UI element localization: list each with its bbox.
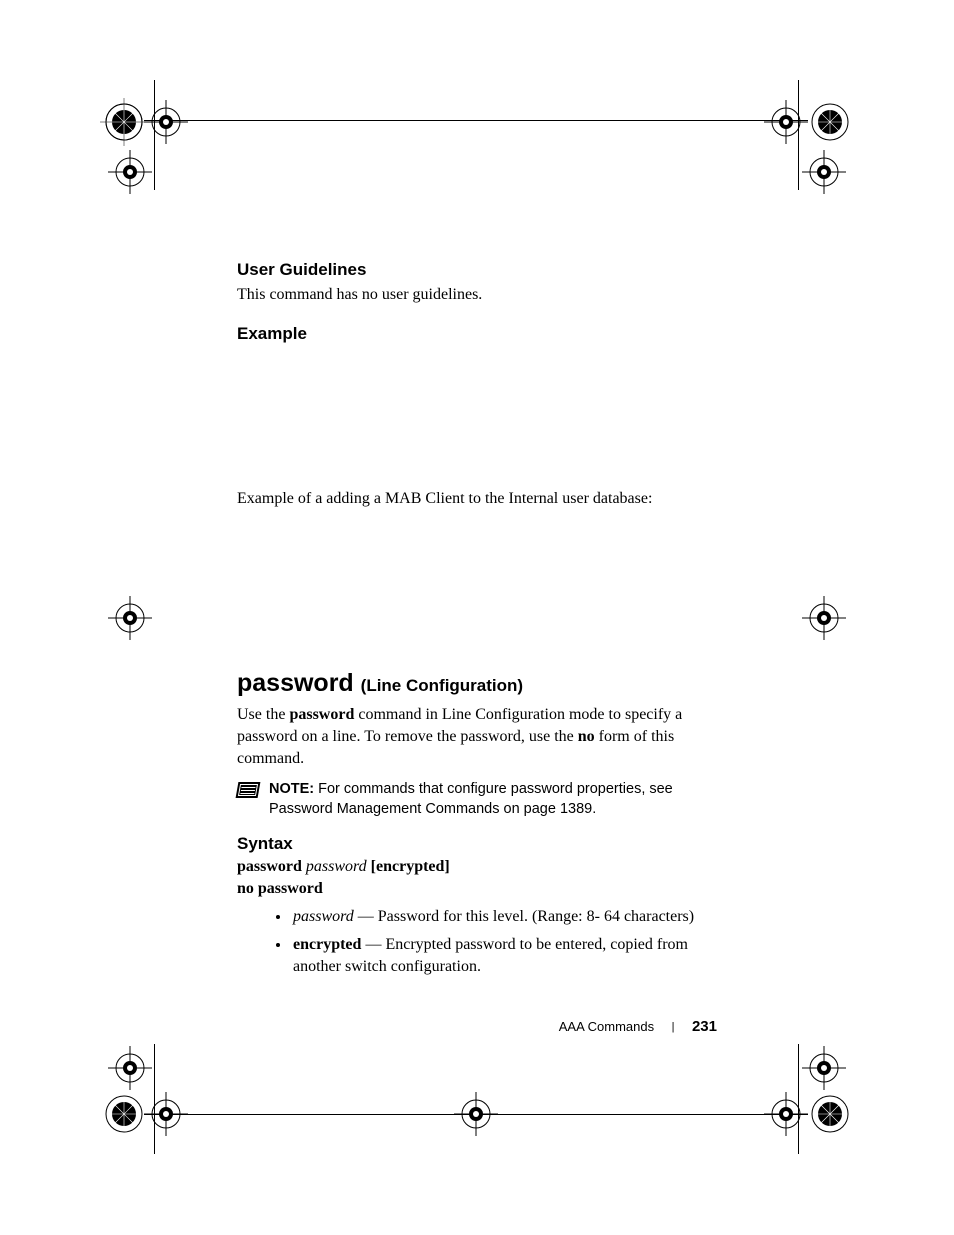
heading-user-guidelines: User Guidelines (237, 260, 717, 280)
text-no-guidelines: This command has no user guidelines. (237, 284, 717, 306)
text-example-intro: Example of a adding a MAB Client to the … (237, 488, 717, 510)
crop-target-br-3 (806, 1090, 854, 1138)
note-icon (236, 782, 261, 798)
crop-line-top (144, 120, 808, 121)
syntax-line-1: password password [encrypted] (237, 858, 717, 876)
section-subtitle: (Line Configuration) (361, 676, 523, 695)
crop-target-tr-2 (806, 98, 854, 146)
note-label: NOTE: (269, 781, 314, 797)
note-body: For commands that configure password pro… (269, 781, 673, 817)
syntax-opt: [encrypted] (371, 858, 450, 875)
crop-vline-br (798, 1044, 799, 1154)
use-cmd: password (289, 706, 354, 723)
crop-target-ml (106, 594, 154, 642)
section-use-paragraph: Use the password command in Line Configu… (237, 704, 717, 770)
footer-separator: | (672, 1021, 675, 1033)
param-item: password — Password for this level. (Ran… (291, 906, 717, 928)
content-area: User Guidelines This command has no user… (237, 260, 717, 985)
use-pre: Use the (237, 706, 289, 723)
section-title-text: password (237, 669, 354, 697)
footer-section: AAA Commands (559, 1019, 654, 1034)
note-text: NOTE: For commands that configure passwo… (269, 780, 717, 819)
crop-target-br-1 (800, 1044, 848, 1092)
footer-page-number: 231 (692, 1018, 717, 1035)
param-term: encrypted (293, 936, 361, 953)
crop-vline-bl (154, 1044, 155, 1154)
param-item: encrypted — Encrypted password to be ent… (291, 934, 717, 979)
crop-target-bl-1 (106, 1044, 154, 1092)
crop-target-bl-2 (100, 1090, 148, 1138)
page-footer: AAA Commands | 231 (237, 1018, 717, 1036)
param-desc: — Password for this level. (Range: 8- 64… (354, 908, 694, 925)
syntax-cmd: password (237, 858, 302, 875)
crop-target-tr-3 (800, 148, 848, 196)
heading-syntax: Syntax (237, 834, 717, 854)
syntax-line-2: no password (237, 880, 717, 898)
crop-vline-tr (798, 80, 799, 190)
use-no: no (578, 728, 595, 745)
crop-target-tl-1 (100, 98, 148, 146)
crop-target-mr (800, 594, 848, 642)
param-list: password — Password for this level. (Ran… (237, 906, 717, 979)
section-title-password: password (Line Configuration) (237, 669, 717, 698)
crop-target-tr-1 (762, 98, 810, 146)
param-term: password (293, 908, 354, 925)
heading-example: Example (237, 324, 717, 344)
crop-target-tl-3 (106, 148, 154, 196)
crop-line-bottom (144, 1114, 808, 1115)
syntax-arg: password (306, 858, 367, 875)
note-block: NOTE: For commands that configure passwo… (237, 780, 717, 819)
crop-vline-tl (154, 80, 155, 190)
crop-target-tl-2 (142, 98, 190, 146)
page: User Guidelines This command has no user… (0, 0, 954, 1235)
example-placeholder (237, 348, 717, 488)
